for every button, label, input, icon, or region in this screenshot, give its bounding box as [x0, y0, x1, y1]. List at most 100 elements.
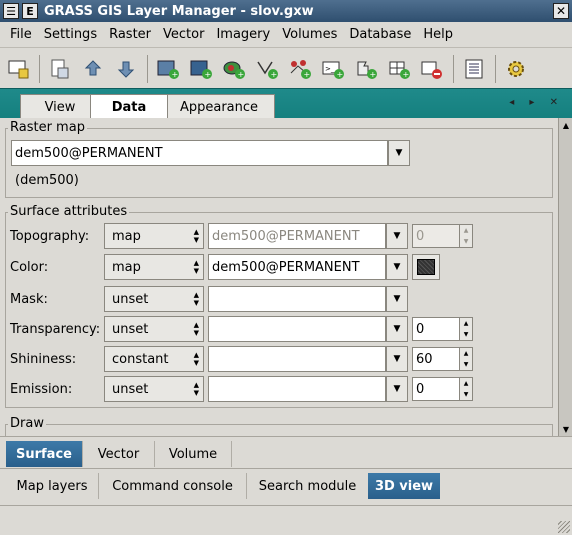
emission-value-input[interactable]: 0 [412, 377, 460, 401]
tab-navigation-arrows[interactable]: ◂ ▸ ✕ [509, 97, 564, 108]
color-mode-select[interactable]: map ▲ ▼ [104, 254, 204, 280]
shininess-mode-select[interactable]: constant ▲ ▼ [104, 346, 204, 372]
emission-map-input[interactable] [208, 376, 386, 402]
raster-map-dropdown-button[interactable]: ▼ [388, 140, 410, 166]
topography-mode-value: map [112, 228, 141, 244]
tab-search-module[interactable]: Search module [246, 473, 368, 499]
topography-map-dropdown-button[interactable]: ▼ [386, 223, 408, 249]
topography-value-stepper[interactable]: ▲ ▼ [460, 224, 473, 248]
emission-label: Emission: [10, 382, 73, 397]
menu-volumes[interactable]: Volumes [282, 27, 337, 42]
window-menu-icon[interactable]: ☰ [3, 3, 19, 19]
nviz-type-tabs: Surface Vector Volume [0, 436, 572, 467]
new-workspace-icon[interactable] [46, 55, 74, 83]
shininess-map-dropdown-button[interactable]: ▼ [386, 346, 408, 372]
updown-arrows-icon: ▲ ▼ [193, 381, 199, 397]
menu-bar: File Settings Raster Vector Imagery Volu… [0, 22, 572, 48]
window-title: GRASS GIS Layer Manager - slov.gxw [44, 3, 314, 19]
menu-file[interactable]: File [10, 27, 32, 42]
svg-text:>_: >_ [325, 65, 335, 73]
add-raster-icon[interactable]: + [154, 55, 182, 83]
tab-map-layers[interactable]: Map layers [6, 473, 98, 499]
topography-mode-select[interactable]: map ▲ ▼ [104, 223, 204, 249]
toolbar-separator [495, 55, 496, 83]
mask-map-dropdown-button[interactable]: ▼ [386, 286, 408, 312]
add-vector-misc-icon[interactable]: + [253, 55, 281, 83]
open-workspace-icon[interactable] [79, 55, 107, 83]
svg-text:+: + [271, 70, 278, 79]
menu-database[interactable]: Database [349, 27, 411, 42]
toolbar-separator [39, 55, 40, 83]
tab-view[interactable]: View [20, 94, 100, 119]
shininess-map-input[interactable] [208, 346, 386, 372]
mask-mode-select[interactable]: unset ▲ ▼ [104, 286, 204, 312]
tab-surface[interactable]: Surface [6, 441, 82, 467]
shininess-value-input[interactable]: 60 [412, 347, 460, 371]
emission-mode-select[interactable]: unset ▲ ▼ [104, 376, 204, 402]
title-bar: ☰ E GRASS GIS Layer Manager - slov.gxw ✕ [0, 0, 572, 22]
main-toolbar: + + + + + >_ + + + [0, 50, 572, 88]
properties-notebook-tabs: View Appearance Data ◂ ▸ ✕ [0, 88, 572, 119]
svg-text:+: + [172, 70, 179, 79]
color-map-dropdown-button[interactable]: ▼ [386, 254, 408, 280]
updown-arrows-icon: ▲ ▼ [193, 291, 199, 307]
topography-map-input[interactable]: dem500@PERMANENT [208, 223, 386, 249]
new-display-icon[interactable] [4, 55, 32, 83]
tab-data[interactable]: Data [90, 94, 168, 119]
transparency-value-stepper[interactable]: ▲ ▼ [460, 317, 473, 341]
tab-3d-view[interactable]: 3D view [368, 473, 440, 499]
updown-arrows-icon: ▲ ▼ [193, 351, 199, 367]
color-swatch [417, 259, 435, 275]
draw-group [5, 424, 553, 436]
add-overlay-icon[interactable]: + [286, 55, 314, 83]
add-command-icon[interactable]: >_ + [319, 55, 347, 83]
topography-label: Topography: [10, 229, 90, 244]
emission-map-dropdown-button[interactable]: ▼ [386, 376, 408, 402]
topography-value-input[interactable]: 0 [412, 224, 460, 248]
mask-label: Mask: [10, 292, 48, 307]
tab-command-console[interactable]: Command console [98, 473, 246, 499]
data-page: Raster map dem500@PERMANENT ▼ (dem500) S… [1, 118, 569, 436]
updown-arrows-icon: ▲ ▼ [193, 321, 199, 337]
layer-manager-tabs: Map layers Command console Search module… [0, 468, 572, 500]
svg-text:+: + [370, 70, 377, 79]
raster-map-input[interactable]: dem500@PERMANENT [11, 140, 388, 166]
tab-volume[interactable]: Volume [154, 441, 232, 467]
status-bar [0, 505, 572, 535]
transparency-value-input[interactable]: 0 [412, 317, 460, 341]
resize-grip-icon[interactable] [558, 521, 570, 533]
scroll-up-icon[interactable]: ▲ [560, 119, 572, 131]
save-workspace-icon[interactable] [112, 55, 140, 83]
menu-imagery[interactable]: Imagery [216, 27, 270, 42]
transparency-mode-select[interactable]: unset ▲ ▼ [104, 316, 204, 342]
color-map-input[interactable]: dem500@PERMANENT [208, 254, 386, 280]
raster-map-group-label: Raster map [8, 120, 87, 135]
add-raster-misc-icon[interactable]: + [187, 55, 215, 83]
menu-settings[interactable]: Settings [44, 27, 97, 42]
mask-map-input[interactable] [208, 286, 386, 312]
content-scrollbar[interactable]: ▲ ▼ [558, 118, 572, 436]
shininess-value-stepper[interactable]: ▲ ▼ [460, 347, 473, 371]
menu-help[interactable]: Help [423, 27, 453, 42]
add-grid-icon[interactable]: + [385, 55, 413, 83]
emission-value-stepper[interactable]: ▲ ▼ [460, 377, 473, 401]
updown-arrows-icon: ▲ ▼ [193, 259, 199, 275]
menu-vector[interactable]: Vector [163, 27, 204, 42]
transparency-map-dropdown-button[interactable]: ▼ [386, 316, 408, 342]
menu-raster[interactable]: Raster [109, 27, 151, 42]
settings-icon[interactable] [502, 55, 530, 83]
emission-mode-value: unset [112, 381, 149, 397]
transparency-map-input[interactable] [208, 316, 386, 342]
command-list-icon[interactable] [460, 55, 488, 83]
transparency-label: Transparency: [10, 322, 101, 337]
tab-appearance[interactable]: Appearance [163, 94, 275, 119]
add-vector-icon[interactable]: + [220, 55, 248, 83]
scroll-down-icon[interactable]: ▼ [560, 423, 572, 435]
add-group-icon[interactable]: + [352, 55, 380, 83]
color-label: Color: [10, 260, 49, 275]
svg-text:+: + [205, 70, 212, 79]
remove-layer-icon[interactable] [418, 55, 446, 83]
color-picker-button[interactable] [412, 254, 440, 280]
close-window-icon[interactable]: ✕ [553, 3, 569, 19]
tab-vector[interactable]: Vector [82, 441, 154, 467]
